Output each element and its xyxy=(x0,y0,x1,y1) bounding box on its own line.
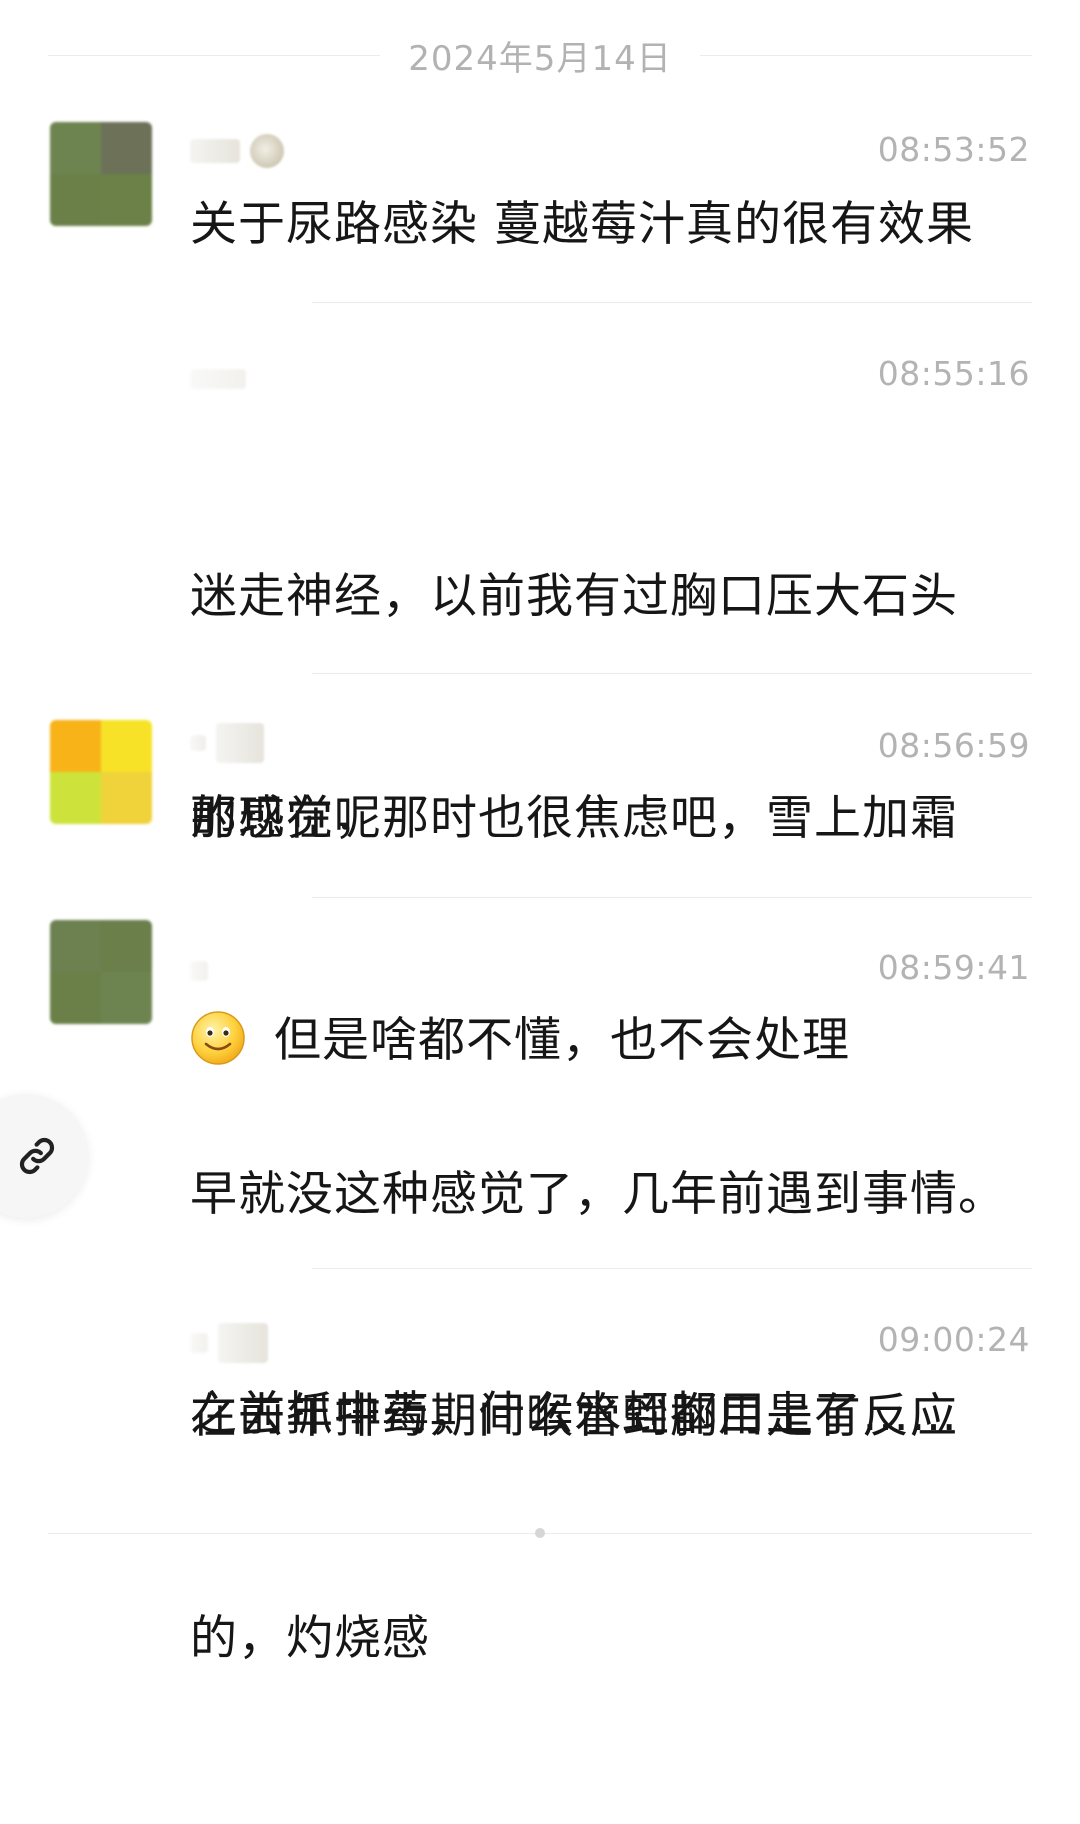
avatar-tile xyxy=(101,920,152,972)
message-separator xyxy=(312,1268,1032,1269)
avatar-tile xyxy=(101,972,152,1024)
avatar-tile xyxy=(101,122,152,174)
sender-name-redacted[interactable] xyxy=(190,364,246,394)
avatar-tile xyxy=(50,920,101,972)
sender-name-redacted[interactable] xyxy=(190,1323,268,1363)
message-separator xyxy=(312,302,1032,303)
avatar-tile xyxy=(50,122,101,174)
message-text-line: 迷走神经，以前我有过胸口压大石头 xyxy=(190,569,958,624)
message-time: 08:55:16 xyxy=(877,354,1030,393)
avatar-tile xyxy=(101,720,152,772)
redaction-block xyxy=(250,134,284,168)
avatar-tile xyxy=(101,772,152,824)
message-text-line: 的，灼烧感 xyxy=(190,1611,430,1666)
avatar-tile xyxy=(50,972,101,1024)
redaction-block xyxy=(190,961,208,981)
date-label: 2024年5月14日 xyxy=(408,38,672,79)
bottom-divider-dot xyxy=(535,1528,545,1538)
sender-name-redacted[interactable] xyxy=(190,956,208,986)
avatar[interactable] xyxy=(50,122,152,226)
divider-line-left xyxy=(48,54,381,56)
link-icon xyxy=(19,1137,55,1175)
sender-name-redacted[interactable] xyxy=(190,723,264,763)
message-separator xyxy=(312,673,1032,674)
redaction-block xyxy=(216,723,264,763)
avatar[interactable] xyxy=(50,920,152,1024)
message-text: 关于尿路感染 蔓越莓汁真的很有效果 xyxy=(190,197,974,252)
sender-name-redacted[interactable] xyxy=(190,134,284,168)
message-text: 那现在呢 xyxy=(190,791,382,846)
avatar-tile xyxy=(50,720,101,772)
redaction-block xyxy=(190,139,240,163)
link-button[interactable] xyxy=(0,1094,88,1218)
message-time: 08:59:41 xyxy=(877,948,1030,987)
date-divider: 2024年5月14日 xyxy=(48,30,1032,80)
message-time: 08:53:52 xyxy=(877,130,1030,169)
avatar[interactable] xyxy=(50,720,152,824)
avatar-tile xyxy=(101,174,152,226)
message-time: 09:00:24 xyxy=(877,1320,1030,1359)
avatar-tile xyxy=(50,174,101,226)
message-text-line: 早就没这种感觉了，几年前遇到事情。 xyxy=(190,1167,1006,1222)
redaction-block xyxy=(218,1323,268,1363)
redaction-block xyxy=(190,735,206,751)
message-text: 之前抓中药，什么水蛭都用上了…… xyxy=(190,1387,958,1442)
message-separator xyxy=(312,897,1032,898)
message-time: 08:56:59 xyxy=(877,726,1030,765)
divider-line-right xyxy=(699,54,1032,56)
redaction-block xyxy=(190,1333,208,1353)
redaction-block xyxy=(190,369,246,389)
avatar-tile xyxy=(50,772,101,824)
